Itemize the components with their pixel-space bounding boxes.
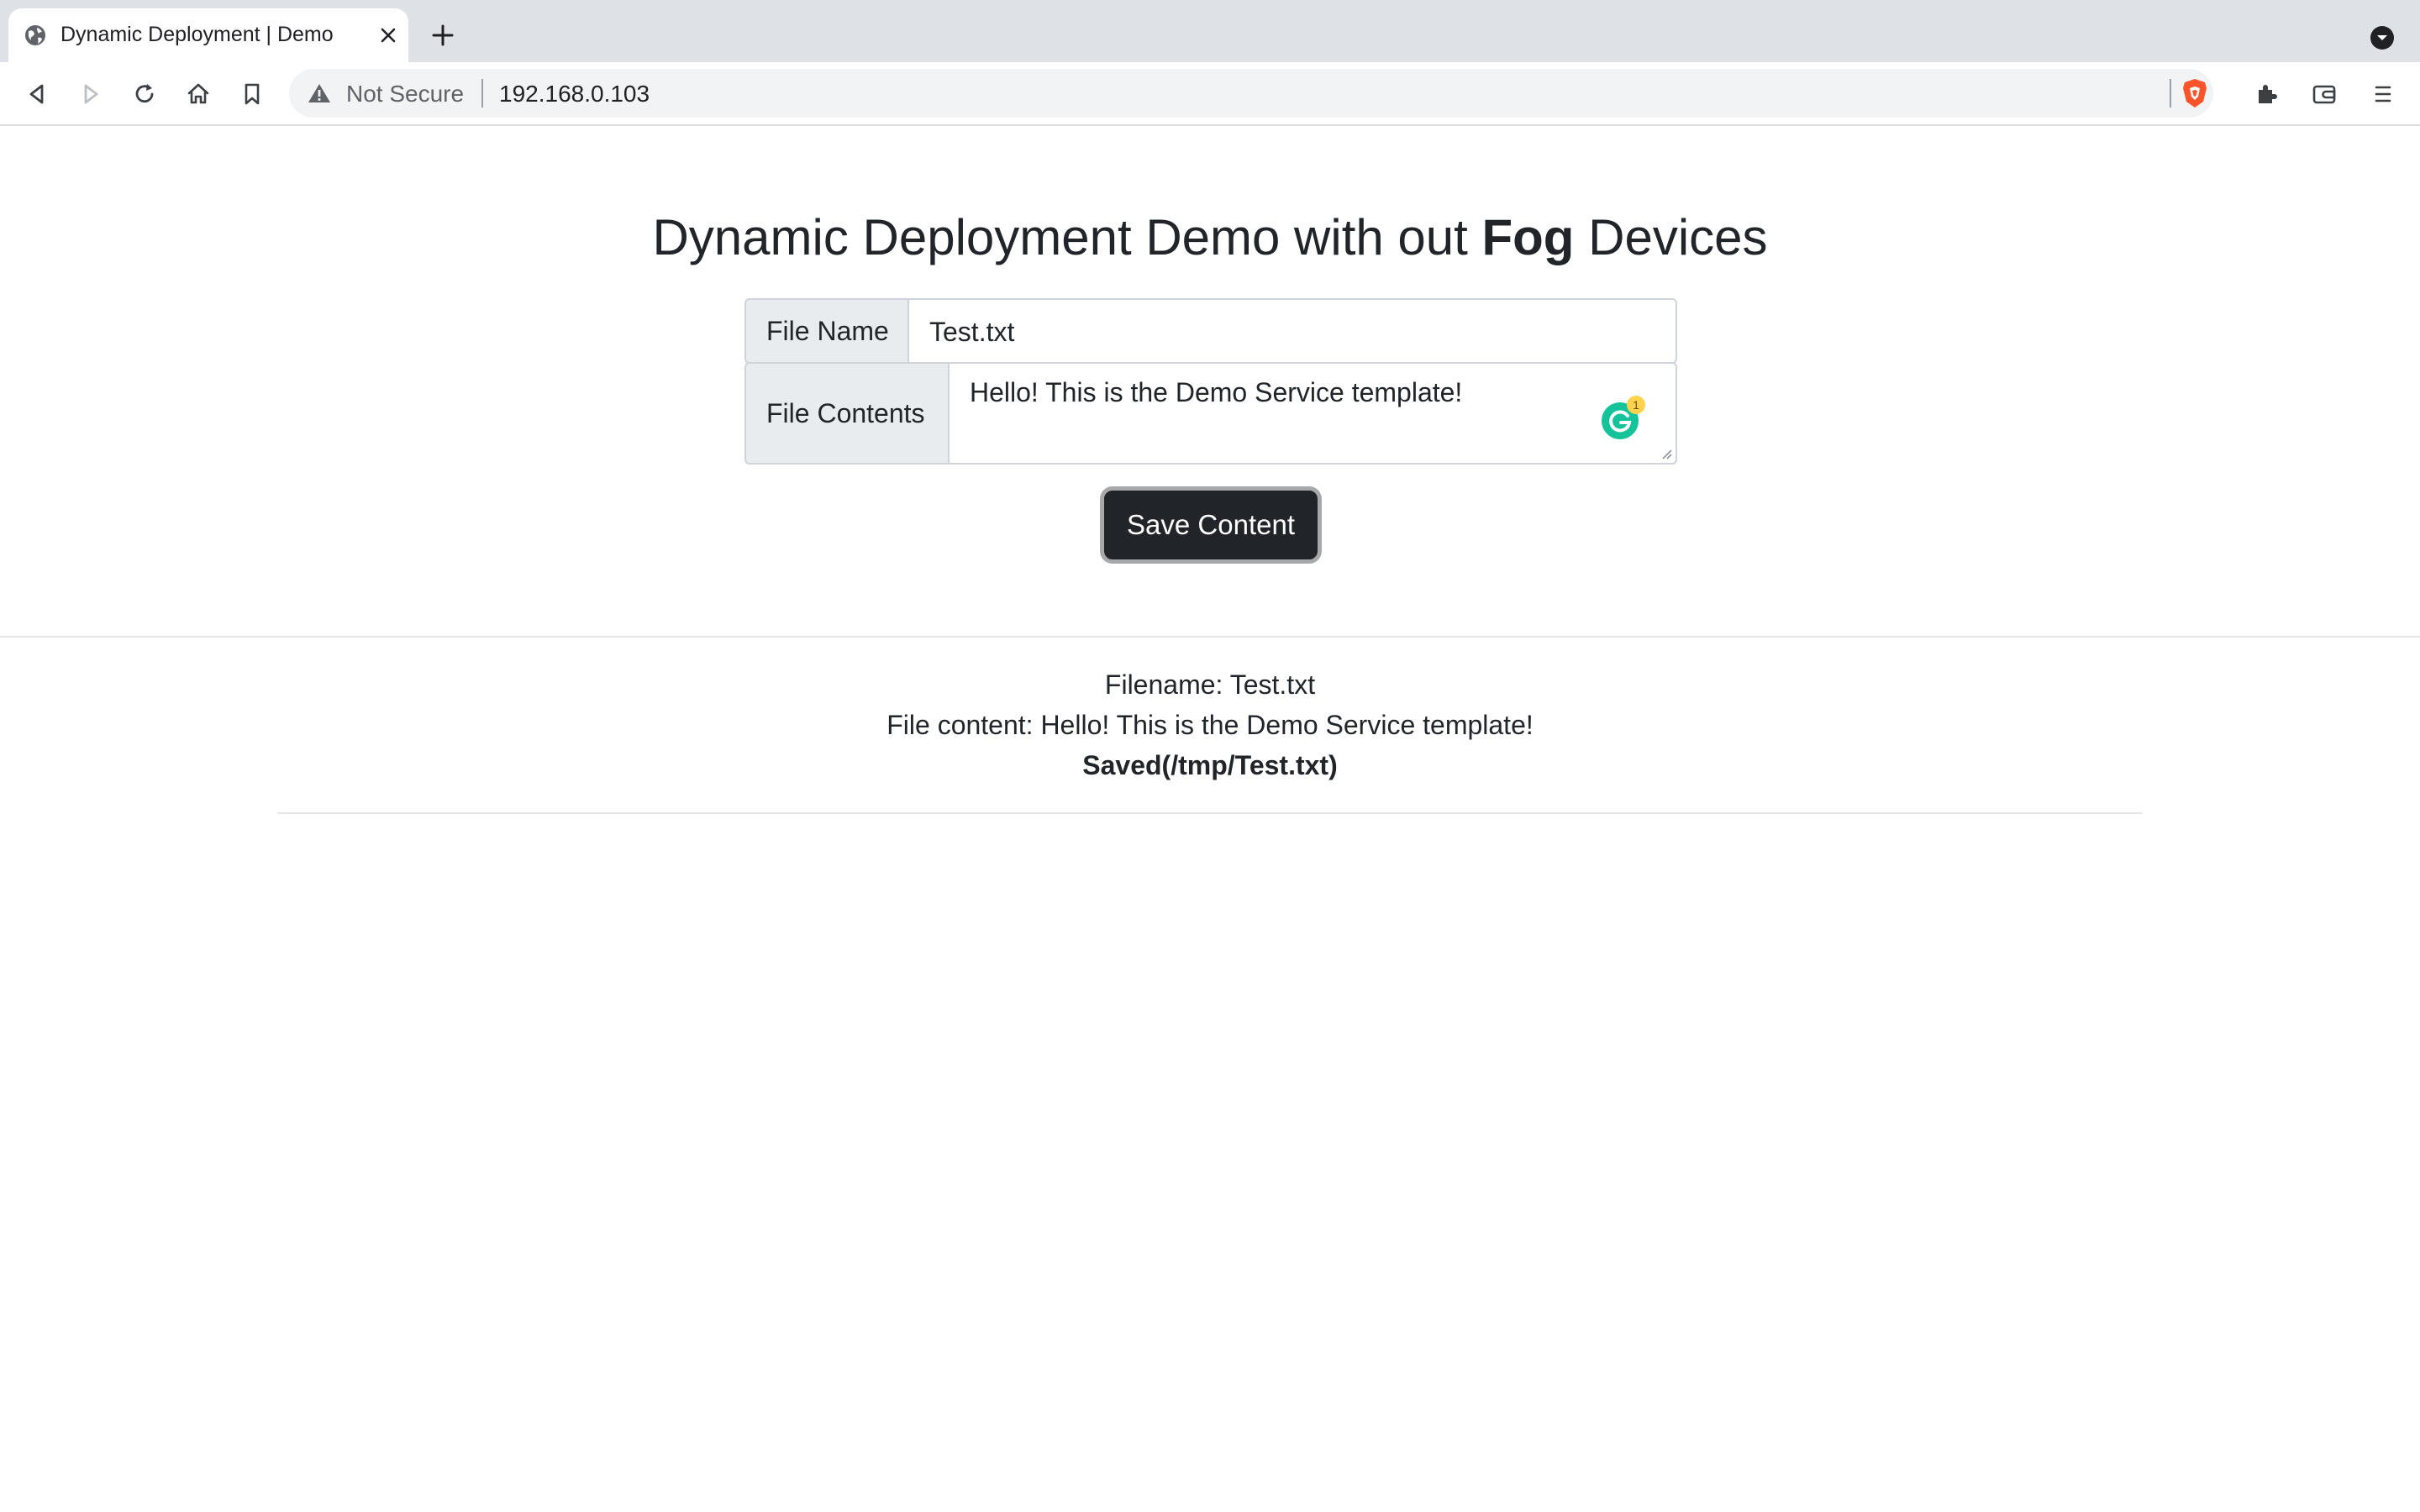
file-name-label: File Name bbox=[744, 298, 908, 364]
file-contents-textarea[interactable]: Hello! This is the Demo Service template… bbox=[948, 362, 1677, 465]
close-tab-icon[interactable] bbox=[376, 24, 400, 47]
url-text[interactable]: 192.168.0.103 bbox=[499, 81, 650, 108]
tab-search-icon[interactable] bbox=[2370, 25, 2395, 50]
file-name-group: File Name Test.txt bbox=[744, 298, 1677, 364]
result-filename: Filename: Test.txt bbox=[1104, 669, 1316, 700]
result-saved-path: Saved(/tmp/Test.txt) bbox=[1082, 750, 1338, 780]
browser-tab[interactable]: Dynamic Deployment | Demo bbox=[8, 8, 408, 62]
address-bar[interactable]: Not Secure 192.168.0.103 bbox=[289, 69, 2213, 118]
menu-icon[interactable] bbox=[2368, 79, 2398, 109]
page-title: Dynamic Deployment Demo with out Fog Dev… bbox=[0, 208, 2420, 266]
warning-icon[interactable] bbox=[308, 82, 331, 104]
grammarly-badge-count: 1 bbox=[1633, 398, 1639, 412]
browser-toolbar: Not Secure 192.168.0.103 bbox=[0, 62, 2420, 126]
divider bbox=[0, 636, 2420, 638]
home-icon[interactable] bbox=[183, 79, 213, 109]
wallet-icon[interactable] bbox=[2309, 79, 2339, 109]
file-contents-value: Hello! This is the Demo Service template… bbox=[970, 377, 1463, 407]
new-tab-icon[interactable] bbox=[430, 23, 455, 48]
file-contents-label: File Contents bbox=[744, 362, 948, 465]
tab-strip: Dynamic Deployment | Demo bbox=[0, 0, 2420, 62]
file-name-input[interactable]: Test.txt bbox=[908, 298, 1677, 364]
file-contents-group: File Contents Hello! This is the Demo Se… bbox=[744, 362, 1677, 465]
omnibox-divider bbox=[481, 79, 483, 108]
file-name-value: Test.txt bbox=[929, 317, 1015, 347]
save-content-button[interactable]: Save Content bbox=[1104, 491, 1318, 559]
grammarly-icon[interactable]: 1 bbox=[1600, 394, 1647, 441]
page-title-suffix: Devices bbox=[1574, 209, 1768, 265]
tab-title: Dynamic Deployment | Demo bbox=[60, 23, 334, 46]
brave-shields-icon[interactable] bbox=[2178, 76, 2212, 110]
divider bbox=[277, 812, 2143, 814]
back-icon[interactable] bbox=[22, 79, 52, 109]
reload-icon[interactable] bbox=[129, 79, 160, 109]
security-status-label[interactable]: Not Secure bbox=[346, 81, 464, 108]
bookmark-icon[interactable] bbox=[237, 79, 267, 109]
page-title-bold: Fog bbox=[1481, 209, 1575, 265]
forward-icon[interactable] bbox=[76, 79, 106, 109]
page-title-prefix: Dynamic Deployment Demo with out bbox=[652, 209, 1482, 265]
result-content: File content: Hello! This is the Demo Se… bbox=[886, 710, 1534, 740]
globe-icon bbox=[25, 25, 45, 45]
omnibox-divider bbox=[2170, 79, 2171, 108]
resize-handle-icon[interactable] bbox=[1659, 446, 1672, 459]
extensions-icon[interactable] bbox=[2252, 79, 2282, 109]
